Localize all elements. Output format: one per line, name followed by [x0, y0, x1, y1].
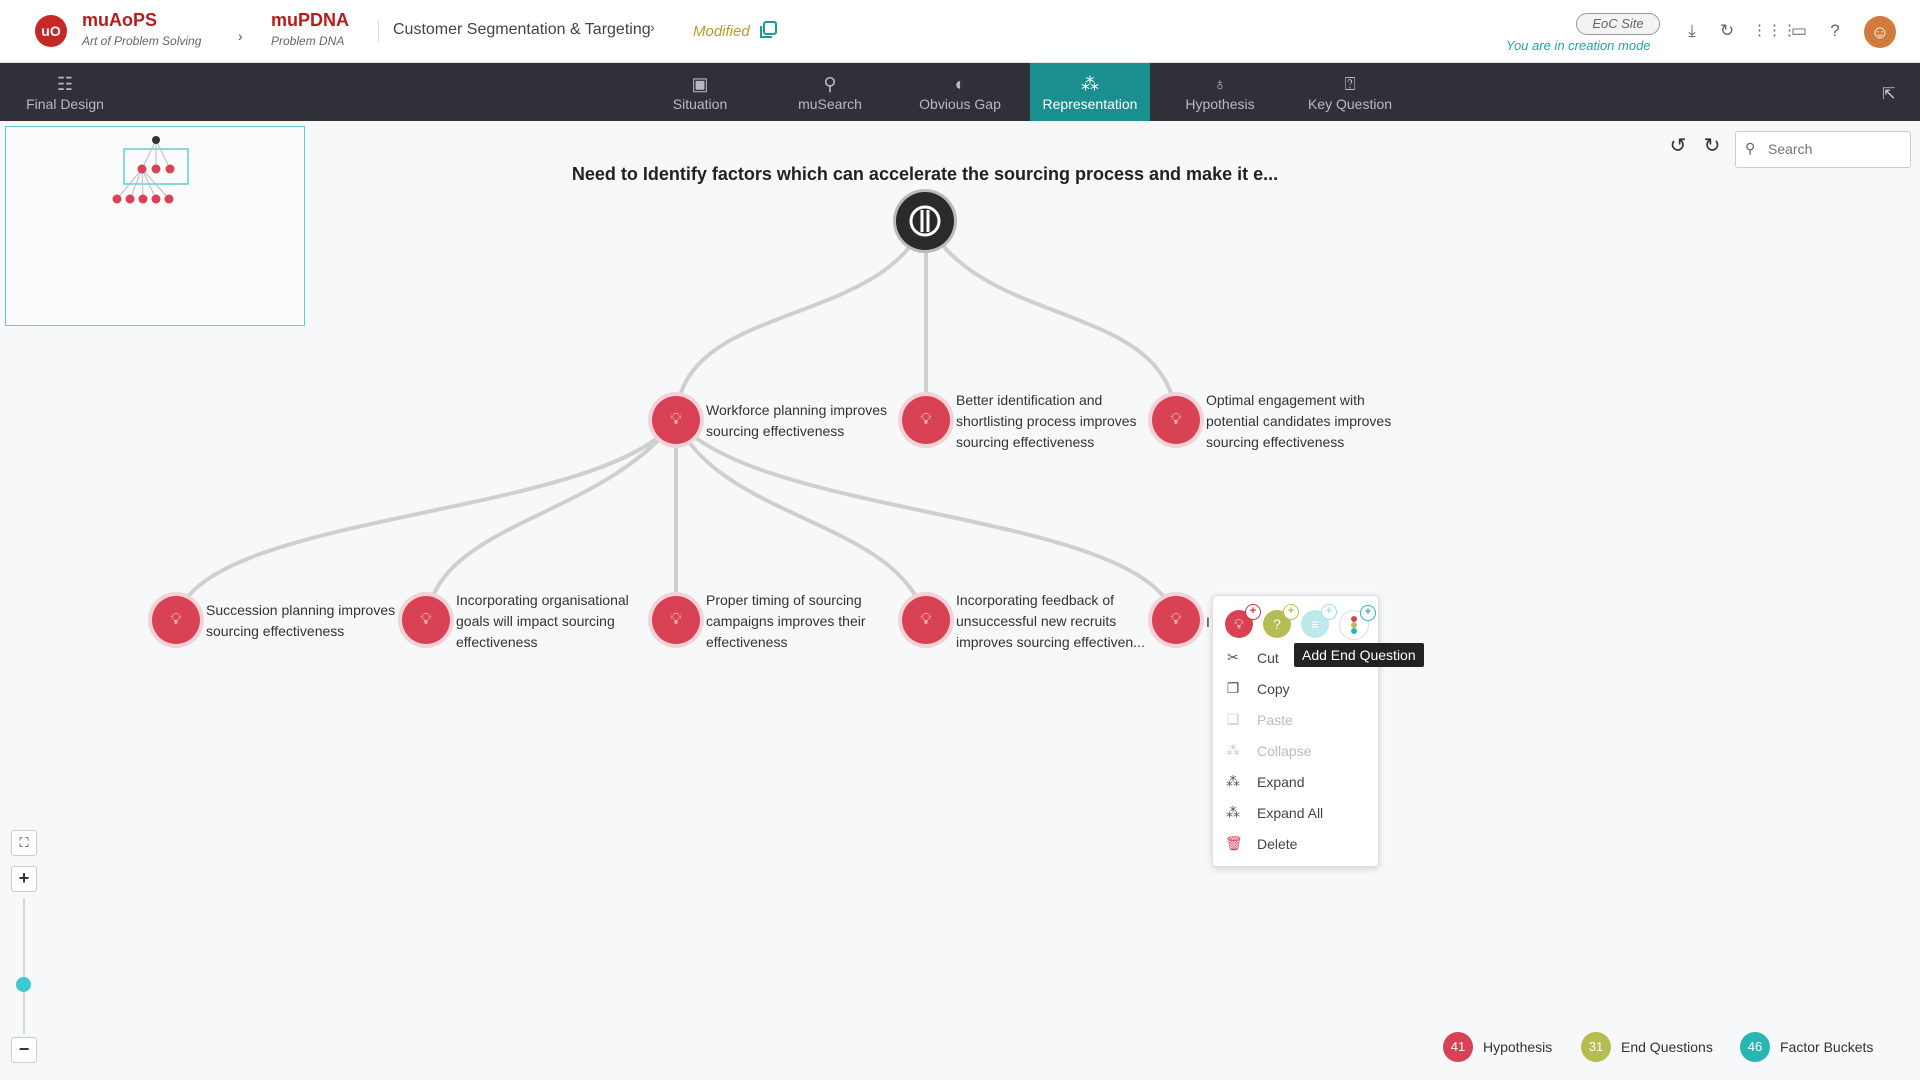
menu-item-expand[interactable]: ⁂ Expand	[1213, 768, 1378, 796]
menu-item-copy[interactable]: ❐ Copy	[1213, 675, 1378, 703]
menu-item-label: Delete	[1257, 836, 1298, 852]
plus-icon: +	[1283, 604, 1299, 620]
factor-buckets-count-badge: 46	[1740, 1032, 1770, 1062]
lightbulb-icon: 💡︎	[670, 411, 682, 428]
menu-item-label: Expand	[1257, 774, 1305, 790]
lightbulb-icon: 💡︎	[170, 611, 182, 628]
zoom-slider-track[interactable]	[23, 898, 25, 1034]
expand-all-icon: ⁂	[1226, 804, 1240, 820]
zoom-in-button[interactable]: +	[11, 866, 37, 892]
menu-item-expand-all[interactable]: ⁂ Expand All	[1213, 799, 1378, 827]
hypothesis-node[interactable]: 💡︎	[402, 596, 450, 644]
fit-screen-button[interactable]: ⛶	[11, 830, 37, 856]
node-label[interactable]: Workforce planning improves sourcing eff…	[706, 400, 896, 442]
scissors-icon: ✂	[1227, 649, 1239, 665]
hypothesis-count-badge: 41	[1443, 1032, 1473, 1062]
tree-connectors	[174, 219, 1178, 621]
hypothesis-node[interactable]: 💡︎	[152, 596, 200, 644]
plus-icon: +	[1245, 604, 1261, 620]
root-node[interactable]	[896, 192, 954, 250]
menu-item-label: Copy	[1257, 681, 1290, 697]
collapse-icon: ⁂	[1226, 742, 1240, 758]
list-icon: ≡	[1310, 616, 1320, 632]
lightbulb-icon: 💡︎	[920, 411, 932, 428]
legend-label: End Questions	[1621, 1039, 1713, 1055]
menu-item-label: Collapse	[1257, 743, 1312, 759]
zoom-slider-thumb[interactable]	[16, 976, 31, 992]
menu-item-paste: ❏ Paste	[1213, 706, 1378, 734]
traffic-light-icon	[1351, 616, 1357, 634]
copy-icon: ❐	[1226, 680, 1240, 696]
node-label[interactable]: Proper timing of sourcing campaigns impr…	[706, 590, 886, 653]
hypothesis-node[interactable]: 💡︎	[1152, 396, 1200, 444]
add-multi-button[interactable]: +	[1339, 605, 1376, 640]
obvious-gap-icon	[909, 205, 941, 237]
hypothesis-node[interactable]: 💡︎	[902, 596, 950, 644]
plus-icon: +	[1360, 605, 1376, 621]
plus-icon: +	[1321, 604, 1337, 620]
hypothesis-node[interactable]: 💡︎	[902, 396, 950, 444]
node-label[interactable]: Better identification and shortlisting p…	[956, 390, 1146, 453]
lightbulb-icon: 💡︎	[1170, 411, 1182, 428]
expand-icon: ⁂	[1226, 773, 1240, 789]
node-label[interactable]: Succession planning improves sourcing ef…	[206, 600, 406, 642]
hypothesis-node-selected[interactable]: 💡︎	[1152, 596, 1200, 644]
menu-item-label: Paste	[1257, 712, 1293, 728]
lightbulb-icon: 💡︎	[420, 611, 432, 628]
paste-icon: ❏	[1226, 711, 1240, 727]
menu-item-collapse: ⁂ Collapse	[1213, 737, 1378, 765]
lightbulb-icon: 💡︎	[1170, 611, 1182, 628]
question-icon: ?	[1273, 616, 1281, 632]
menu-item-label: Expand All	[1257, 805, 1324, 821]
lightbulb-icon: 💡︎	[1234, 615, 1244, 632]
node-label[interactable]: Incorporating feedback of unsuccessful n…	[956, 590, 1156, 653]
node-label[interactable]: Incorporating organisational goals will …	[456, 590, 646, 653]
trash-icon: 🗑︎	[1225, 835, 1243, 851]
add-hypothesis-button[interactable]: 💡︎ +	[1225, 604, 1261, 638]
add-factor-bucket-button[interactable]: ≡ +	[1301, 604, 1337, 638]
add-end-question-button[interactable]: ? +	[1263, 604, 1299, 638]
lightbulb-icon: 💡︎	[670, 611, 682, 628]
legend-label: Factor Buckets	[1780, 1039, 1874, 1055]
hypothesis-node[interactable]: 💡︎	[652, 396, 700, 444]
context-menu: 💡︎ + ? + ≡ + + ✂ Cut ❐ Copy ❏ Paste ⁂ Collapse …	[1212, 595, 1379, 867]
menu-item-label: Cut	[1257, 650, 1279, 666]
hypothesis-node[interactable]: 💡︎	[652, 596, 700, 644]
node-label[interactable]: Optimal engagement with potential candid…	[1206, 390, 1406, 453]
tooltip: Add End Question	[1294, 643, 1424, 667]
root-problem-title[interactable]: Need to Identify factors which can accel…	[540, 164, 1310, 185]
legend-label: Hypothesis	[1483, 1039, 1553, 1055]
menu-item-delete[interactable]: 🗑︎ Delete	[1213, 830, 1378, 858]
lightbulb-icon: 💡︎	[920, 611, 932, 628]
zoom-out-button[interactable]: −	[11, 1037, 37, 1063]
end-questions-count-badge: 31	[1581, 1032, 1611, 1062]
